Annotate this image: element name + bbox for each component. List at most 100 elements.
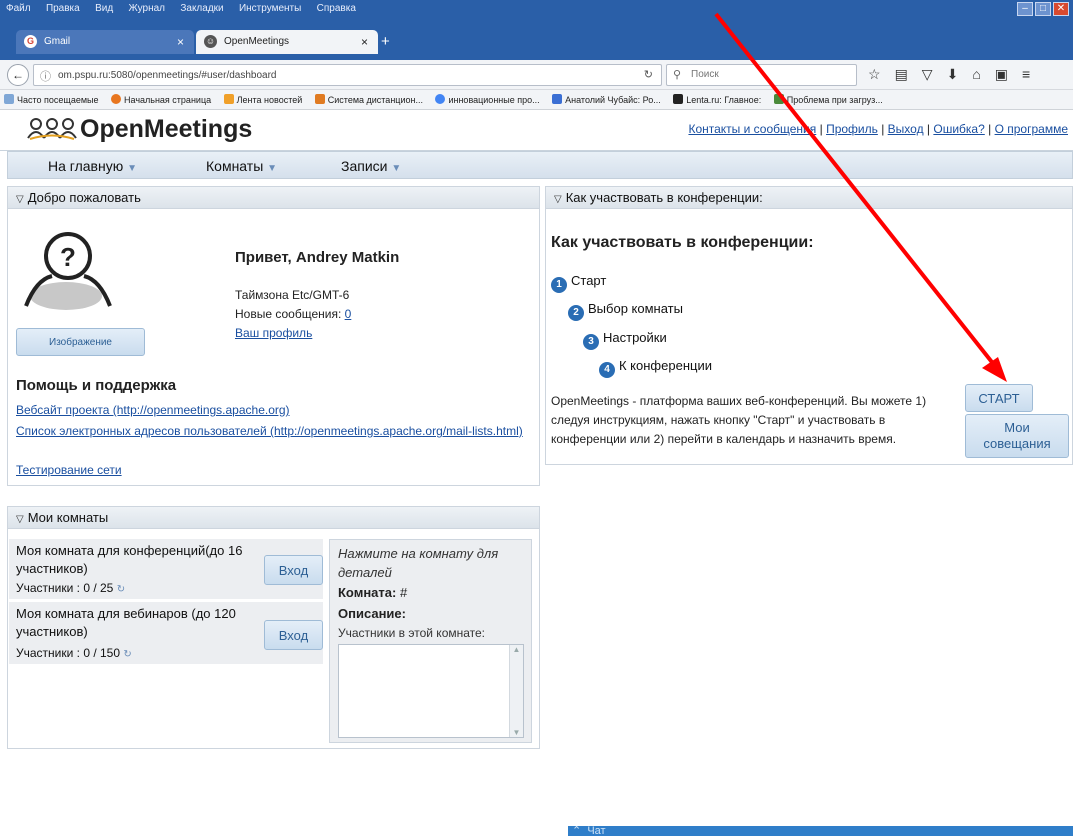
new-messages-count-link[interactable]: 0	[345, 307, 352, 321]
project-website-link[interactable]: Вебсайт проекта (http://openmeetings.apa…	[16, 403, 290, 417]
bookmark-item[interactable]: Система дистанцион...	[314, 94, 423, 105]
address-bar[interactable]: ⓘ om.pspu.ru:5080/openmeetings/#user/das…	[33, 64, 662, 86]
lenta-icon	[673, 94, 684, 104]
room-name: Моя комната для вебинаров (до 120 участн…	[16, 606, 236, 639]
scroll-up-icon[interactable]: ▲	[510, 645, 523, 654]
step-to-conference: 4К конференции	[599, 358, 712, 378]
menu-history[interactable]: Журнал	[129, 3, 166, 14]
room-participants: Участники : 0 / 150 ↻	[16, 646, 132, 660]
bookmark-item[interactable]: Начальная страница	[111, 94, 211, 105]
nav-recordings[interactable]: Записи ▼	[341, 158, 401, 174]
star-icon[interactable]: ☆	[868, 66, 881, 83]
tab-openmeetings[interactable]: ☺ OpenMeetings ×	[196, 30, 378, 54]
tab-label: OpenMeetings	[224, 36, 290, 47]
search-input[interactable]	[689, 68, 849, 81]
refresh-icon[interactable]: ↻	[117, 584, 125, 595]
howto-description: OpenMeetings - платформа ваших веб-конфе…	[551, 394, 927, 446]
pocket-icon[interactable]: ▽	[922, 66, 933, 83]
upload-image-button[interactable]: Изображение	[16, 328, 145, 356]
bug-link[interactable]: Ошибка?	[933, 122, 984, 136]
reload-icon[interactable]: ↻	[644, 68, 653, 81]
home-icon[interactable]: ⌂	[972, 66, 980, 83]
google-icon	[435, 94, 446, 104]
chevron-down-icon: ▼	[267, 163, 278, 174]
step-number-icon: 2	[568, 305, 584, 321]
bookmark-item[interactable]: Часто посещаемые	[4, 94, 99, 105]
timezone: Таймзона Etc/GMT-6	[235, 288, 350, 302]
search-icon: ⚲	[673, 69, 682, 81]
extension-icon[interactable]: ▣	[995, 66, 1008, 83]
avatar-icon: ?	[24, 232, 112, 310]
collapse-triangle-icon: ▽	[16, 194, 24, 205]
howto-panel-title[interactable]: ▽ Как участвовать в конференции:	[546, 187, 1072, 209]
mailing-lists-link[interactable]: Список электронных адресов пользователей…	[16, 422, 526, 441]
my-meetings-button[interactable]: Мои совещания	[965, 414, 1069, 458]
bookmark-item[interactable]: Лента новостей	[223, 94, 302, 105]
bookmark-item[interactable]: Lenta.ru: Главное:	[673, 94, 761, 105]
menu-view[interactable]: Вид	[95, 3, 113, 14]
menu-edit[interactable]: Правка	[46, 3, 80, 14]
start-button[interactable]: СТАРТ	[965, 384, 1033, 412]
menu-file[interactable]: Файл	[6, 3, 31, 14]
about-link[interactable]: О программе	[995, 122, 1068, 136]
room-item[interactable]: Моя комната для вебинаров (до 120 участн…	[9, 602, 323, 664]
step-settings: 3 Настройки	[583, 330, 667, 350]
room-item[interactable]: Моя комната для конференций(до 16 участн…	[9, 539, 323, 599]
new-messages: Новые сообщения: 0	[235, 307, 352, 321]
room-details: Нажмите на комнату для деталей Комната: …	[329, 539, 532, 743]
collapse-triangle-icon: ▽	[16, 514, 24, 525]
contacts-link[interactable]: Контакты и сообщения	[688, 122, 816, 136]
openmeetings-icon: ☺	[204, 35, 217, 48]
logout-link[interactable]: Выход	[888, 122, 924, 136]
chat-bar[interactable]: ⌃ Чат	[568, 826, 1073, 836]
enter-room-button[interactable]: Вход	[264, 620, 323, 650]
tab-gmail[interactable]: G Gmail ×	[16, 30, 194, 54]
gmail-icon: G	[24, 35, 37, 48]
step-number-icon: 4	[599, 362, 615, 378]
rooms-panel-title[interactable]: ▽ Мои комнаты	[8, 507, 539, 529]
room-label: Комната: #	[338, 585, 408, 600]
close-tab-icon[interactable]: ×	[361, 35, 368, 49]
menu-help[interactable]: Справка	[317, 3, 356, 14]
search-box[interactable]: ⚲	[666, 64, 857, 86]
your-profile-link[interactable]: Ваш профиль	[235, 326, 312, 340]
bookmark-item[interactable]: Проблема при загруз...	[773, 94, 883, 105]
scroll-down-icon[interactable]: ▼	[510, 728, 523, 737]
nav-rooms[interactable]: Комнаты ▼	[206, 158, 277, 174]
page-icon	[773, 94, 784, 104]
welcome-panel-title[interactable]: ▽ Добро пожаловать	[8, 187, 539, 209]
download-icon[interactable]: ⬇	[947, 66, 959, 83]
maximize-icon[interactable]: □	[1035, 2, 1051, 16]
minimize-icon[interactable]: –	[1017, 2, 1033, 16]
menu-bookmarks[interactable]: Закладки	[180, 3, 223, 14]
close-tab-icon[interactable]: ×	[177, 35, 184, 49]
tab-label: Gmail	[44, 36, 71, 47]
bookmark-item[interactable]: Анатолий Чубайс: Ро...	[552, 94, 661, 105]
app-header: OpenMeetings Контакты и сообщения | Проф…	[0, 110, 1073, 151]
new-tab-icon[interactable]: +	[381, 33, 390, 50]
room-details-hint: Нажмите на комнату для деталей	[338, 546, 499, 580]
close-window-icon[interactable]: ✕	[1053, 2, 1069, 16]
menu-tools[interactable]: Инструменты	[239, 3, 301, 14]
browser-toolbar: ☆ ▤ ▽ ⬇ ⌂ ▣ ≡	[868, 66, 1030, 83]
url-text: om.pspu.ru:5080/openmeetings/#user/dashb…	[58, 70, 277, 81]
profile-link[interactable]: Профиль	[826, 122, 878, 136]
reading-list-icon[interactable]: ▤	[895, 66, 908, 83]
scrollbar[interactable]: ▲ ▼	[509, 645, 523, 737]
enter-room-button[interactable]: Вход	[264, 555, 323, 585]
participants-list[interactable]: ▲ ▼	[338, 644, 524, 738]
back-arrow-icon[interactable]: ←	[7, 64, 29, 86]
refresh-icon[interactable]: ↻	[123, 649, 131, 660]
howto-heading: Как участвовать в конференции:	[551, 234, 814, 251]
info-icon[interactable]: ⓘ	[40, 68, 51, 84]
bookmarks-bar: Часто посещаемые Начальная страница Лент…	[0, 90, 1073, 110]
browser-navbar: ← ⓘ om.pspu.ru:5080/openmeetings/#user/d…	[0, 60, 1073, 90]
rss-icon	[223, 94, 234, 104]
window-controls: – □ ✕	[1017, 2, 1069, 16]
nav-home[interactable]: На главную ▼	[48, 158, 137, 174]
greeting: Привет, Andrey Matkin	[235, 249, 400, 266]
menu-icon[interactable]: ≡	[1022, 66, 1030, 83]
bookmark-item[interactable]: инновационные про...	[435, 94, 540, 105]
step-room-choice: 2 Выбор комнаты	[568, 301, 683, 321]
network-test-link[interactable]: Тестирование сети	[16, 463, 122, 477]
